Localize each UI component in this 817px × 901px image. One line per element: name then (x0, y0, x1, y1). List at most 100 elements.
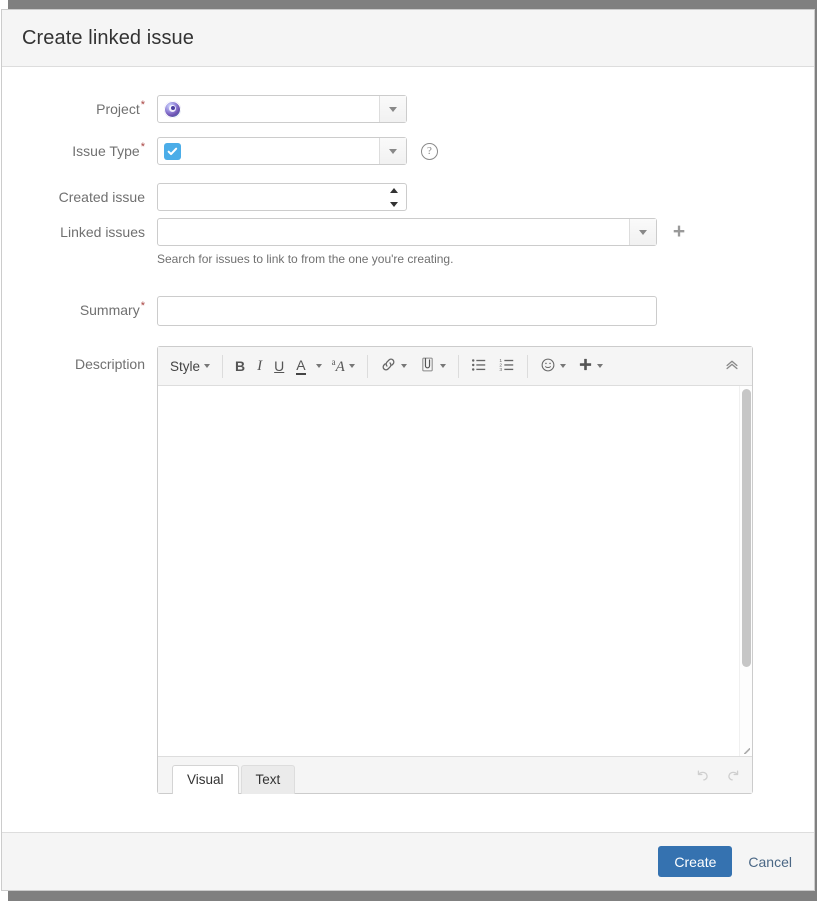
required-asterisk: * (140, 99, 145, 112)
linked-issues-help-text: Search for issues to link to from the on… (157, 252, 454, 266)
chevron-down-icon (639, 229, 647, 235)
task-icon (164, 142, 181, 160)
project-avatar-icon (164, 100, 181, 118)
create-linked-issue-dialog: Create linked issue Project* Issue Type*… (1, 9, 815, 891)
issue-type-select-arrow[interactable] (379, 138, 406, 164)
redo-icon[interactable] (725, 767, 742, 787)
insert-button[interactable] (572, 353, 609, 380)
italic-button[interactable]: I (251, 353, 268, 380)
issue-type-control: ? (157, 137, 814, 165)
form-row-description: Description Style B I U A aA 1 2 3 Visua… (2, 346, 814, 794)
emoji-button[interactable] (534, 353, 572, 380)
dialog-footer: Create Cancel (2, 832, 814, 890)
font-effects-button[interactable]: aA (326, 353, 361, 380)
project-label: Project* (2, 95, 157, 123)
link-button[interactable] (374, 353, 413, 380)
project-control (157, 95, 814, 123)
toolbar-divider (366, 354, 368, 378)
svg-text:3: 3 (499, 367, 502, 373)
chevron-down-icon (348, 364, 355, 368)
undo-redo-group (694, 767, 742, 793)
summary-label: Summary* (2, 296, 157, 324)
summary-control (157, 296, 814, 326)
description-textarea[interactable] (158, 386, 752, 756)
text-color-label: A (296, 356, 306, 375)
chevron-down-icon (400, 364, 407, 368)
smiley-icon (540, 357, 556, 376)
chevron-down-icon (559, 364, 566, 368)
linked-issues-label: Linked issues (60, 224, 145, 240)
collapse-toolbar-button[interactable] (718, 353, 744, 380)
issue-type-label-text: Issue Type (72, 143, 140, 159)
numbered-list-button[interactable]: 123 (493, 353, 521, 380)
undo-icon[interactable] (694, 767, 711, 787)
numbered-list-icon: 123 (499, 357, 515, 376)
chevron-down-icon (596, 364, 603, 368)
form-row-project: Project* (2, 95, 814, 123)
created-issue-select[interactable] (157, 183, 407, 211)
description-control: Style B I U A aA 1 2 3 Visual Text (157, 346, 814, 794)
chevron-down-icon (389, 106, 397, 112)
bold-button[interactable]: B (229, 353, 251, 380)
description-editor: Style B I U A aA 1 2 3 Visual Text (157, 346, 753, 794)
project-label-text: Project (96, 101, 140, 117)
summary-input[interactable] (157, 296, 657, 326)
issue-type-select[interactable] (157, 137, 407, 165)
issue-type-select-value[interactable] (158, 138, 379, 164)
linked-issues-select[interactable] (157, 218, 657, 246)
font-effects-label: aA (331, 356, 345, 375)
toolbar-divider (457, 354, 459, 378)
form-row-summary: Summary* (2, 296, 814, 326)
add-linked-issue-button[interactable]: + (673, 219, 685, 245)
link-icon (380, 356, 397, 376)
paperclip-icon (419, 356, 436, 376)
issue-type-label: Issue Type* (2, 137, 157, 165)
editor-resize-handle[interactable] (740, 744, 750, 754)
editor-scrollbar[interactable] (739, 386, 752, 756)
help-icon[interactable]: ? (420, 142, 438, 160)
toolbar-divider (222, 354, 224, 378)
created-issue-label: Created issue (58, 189, 145, 205)
chevron-down-icon (315, 364, 322, 368)
linked-issues-select-arrow[interactable] (629, 219, 656, 245)
tab-text[interactable]: Text (240, 765, 296, 794)
linked-issues-control: + Search for issues to link to from the … (157, 218, 814, 266)
cancel-button[interactable]: Cancel (748, 854, 792, 870)
form-row-issue-type: Issue Type* ? (2, 137, 814, 165)
style-dropdown-label: Style (170, 358, 201, 374)
bullet-list-button[interactable] (465, 353, 493, 380)
created-issue-control (157, 183, 814, 211)
linked-issues-input[interactable] (158, 219, 629, 245)
select-spinner-icon[interactable] (389, 188, 398, 207)
dialog-header: Create linked issue (2, 10, 814, 67)
project-select-arrow[interactable] (379, 96, 406, 122)
editor-toolbar: Style B I U A aA 1 2 3 (158, 347, 752, 386)
bullet-list-icon (471, 357, 487, 376)
chevron-double-up-icon (724, 357, 740, 376)
description-label: Description (74, 356, 145, 372)
style-dropdown-button[interactable]: Style (166, 353, 216, 380)
toolbar-divider (526, 354, 528, 378)
required-asterisk: * (140, 141, 145, 154)
text-color-button[interactable]: A (290, 353, 311, 380)
summary-label-text: Summary (79, 302, 140, 318)
project-select[interactable] (157, 95, 407, 123)
attachment-button[interactable] (413, 353, 452, 380)
form-row-linked-issues: Linked issues + Search for issues to lin… (2, 218, 814, 266)
text-color-dropdown-button[interactable] (312, 353, 326, 380)
project-select-value[interactable] (158, 96, 379, 122)
required-asterisk: * (140, 300, 145, 313)
editor-footer: Visual Text (158, 756, 752, 794)
form-row-created-issue: Created issue (2, 183, 814, 211)
editor-scrollbar-thumb[interactable] (742, 389, 751, 667)
chevron-down-icon (439, 364, 446, 368)
page-title: Create linked issue (22, 26, 194, 49)
editor-area (158, 386, 752, 756)
create-button[interactable]: Create (658, 846, 733, 877)
chevron-down-icon (389, 148, 397, 154)
chevron-down-icon (204, 364, 211, 368)
tab-visual[interactable]: Visual (172, 765, 239, 794)
plus-icon (578, 357, 593, 375)
dialog-body: Project* Issue Type* ? Created issue Lin… (2, 67, 814, 832)
underline-button[interactable]: U (268, 353, 290, 380)
